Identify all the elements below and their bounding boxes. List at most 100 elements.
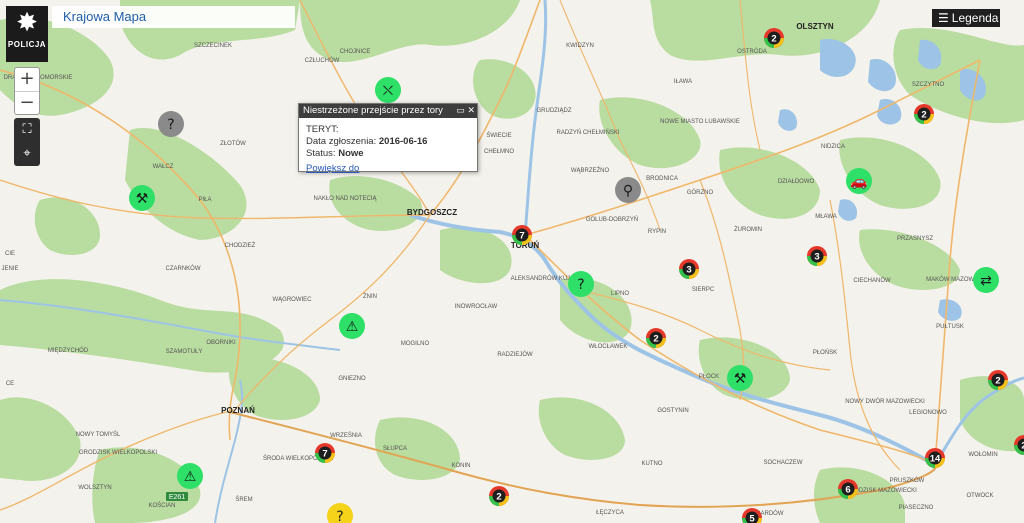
cluster-count: 2 — [771, 34, 776, 45]
city-label: CHOJNICE — [340, 49, 371, 55]
marker-speed-camera[interactable]: ⚲ — [615, 177, 641, 203]
cluster-ostroda[interactable]: 2 — [764, 28, 784, 48]
city-label: KWIDZYN — [566, 43, 594, 49]
city-label: KOŚCIAN — [148, 501, 175, 509]
city-label: LEGIONOWO — [909, 410, 947, 416]
list-icon: ☰ — [938, 11, 949, 25]
city-label: GRUDZIĄDZ — [537, 108, 572, 114]
city-label: JENIE — [1, 266, 18, 272]
city-label: OBORNIKI — [206, 340, 236, 346]
locate-icon[interactable]: ⌖ — [14, 142, 40, 166]
marker-glyph: ⚒ — [734, 371, 747, 387]
marker-roadworks[interactable]: ⚒ — [129, 185, 155, 211]
cluster-count: 2 — [496, 492, 501, 503]
city-label: WŁOCŁAWEK — [589, 344, 628, 350]
legend-label: Legenda — [951, 11, 999, 25]
city-label: CHODZIEŻ — [225, 242, 256, 249]
marker-glyph: ⚲ — [623, 183, 633, 199]
city-label: KONIN — [451, 463, 470, 469]
city-label: MOGILNO — [401, 341, 430, 347]
city-label: OLSZTYN — [796, 22, 834, 31]
city-label: CZŁUCHÓW — [305, 57, 340, 64]
maximize-icon[interactable]: ▭ — [456, 106, 465, 116]
city-label: ŻUROMIN — [734, 226, 762, 233]
cluster-count: 2 — [653, 334, 658, 345]
city-label: GRODZISK WIELKOPOLSKI — [79, 450, 157, 456]
zoom-out-button[interactable]: − — [15, 91, 39, 114]
zoom-in-button[interactable]: + — [15, 68, 39, 91]
city-label: MIĘDZYCHÓD — [48, 347, 89, 354]
city-label: PŁOCK — [699, 374, 719, 380]
city-label: BYDGOSZCZ — [407, 208, 457, 217]
city-label: KUTNO — [642, 461, 663, 467]
city-label: GÓRZNO — [687, 189, 714, 196]
incident-popup: Niestrzeżone przejście przez tory ▭ ✕ TE… — [298, 103, 478, 175]
city-label: LIPNO — [611, 291, 629, 297]
marker-car-question-green[interactable]: ? — [568, 271, 594, 297]
cluster-wloclawek[interactable]: 2 — [646, 328, 666, 348]
cluster-sroda[interactable]: 7 — [315, 443, 335, 463]
city-label: OTWOCK — [967, 493, 994, 499]
marker-warning-koscian[interactable]: ⚠ — [177, 463, 203, 489]
police-star-icon: ✸ — [16, 8, 38, 38]
legend-button[interactable]: ☰ Legenda — [932, 9, 1000, 27]
cluster-sierpc[interactable]: 3 — [679, 259, 699, 279]
marker-glyph: ? — [167, 117, 174, 133]
marker-cars-makow[interactable]: ⇄ — [973, 267, 999, 293]
city-label: RADZIEJÓW — [497, 351, 533, 358]
city-label: SŁUPCA — [383, 446, 407, 452]
cluster-warszawa[interactable]: 14 — [925, 448, 945, 468]
city-label: CIECHANÓW — [853, 277, 891, 284]
marker-warning-znin[interactable]: ⚠ — [339, 313, 365, 339]
marker-car-nidzica[interactable]: 🚗 — [846, 168, 872, 194]
city-label: POZNAŃ — [221, 406, 255, 415]
city-label: MŁAWA — [815, 214, 837, 220]
marker-glyph: ⛌ — [383, 83, 394, 99]
city-label: SZCZYTNO — [912, 82, 945, 88]
marker-glyph: ? — [336, 509, 343, 523]
city-label: CZARNKÓW — [166, 265, 201, 272]
cluster-mlawa[interactable]: 3 — [807, 246, 827, 266]
zoom-control: + − — [14, 67, 40, 115]
city-label: NOWE MIASTO LUBAWSKIE — [660, 119, 740, 125]
city-label: WOŁOMIN — [968, 452, 997, 458]
cluster-count: 14 — [930, 454, 941, 465]
map-canvas[interactable]: OLSZTYNBYDGOSZCZTORUŃPOZNAŃSZCZECINEKCZŁ… — [0, 0, 1024, 523]
city-label: ŻNIN — [363, 293, 377, 300]
popup-title: Niestrzeżone przejście przez tory — [303, 105, 443, 116]
city-label: NIDZICA — [821, 144, 845, 150]
cluster-count: 7 — [322, 449, 327, 460]
zoom-to-link[interactable]: Powiększ do — [306, 163, 470, 175]
city-label: ŚREM — [235, 495, 252, 503]
city-label: NAKŁO NAD NOTECIĄ — [313, 196, 377, 202]
city-label: GOLUB-DOBRZYŃ — [586, 216, 638, 223]
cluster-grodzisk[interactable]: 6 — [838, 479, 858, 499]
city-label: IŁAWA — [674, 79, 692, 85]
cluster-pultusk[interactable]: 2 — [988, 370, 1008, 390]
city-label: CE — [6, 381, 14, 387]
police-logo[interactable]: ✸ POLICJA — [6, 6, 48, 62]
popup-body: TERYT: Data zgłoszenia: 2016-06-16 Statu… — [299, 118, 477, 175]
city-label: GNIEZNO — [338, 376, 366, 382]
city-label: PŁOŃSK — [813, 349, 837, 356]
cluster-konin[interactable]: 2 — [489, 486, 509, 506]
city-label: PRZASNYSZ — [897, 236, 933, 242]
city-label: SZCZECINEK — [194, 43, 232, 49]
marker-roadworks-plock[interactable]: ⚒ — [727, 365, 753, 391]
marker-car-question-gray[interactable]: ? — [158, 111, 184, 137]
city-label: ŁĘCZYCA — [596, 510, 624, 516]
city-label: PRUSZKÓW — [890, 477, 925, 484]
cluster-count: 3 — [686, 265, 691, 276]
city-label: SOCHACZEW — [764, 460, 803, 466]
city-label: SIERPC — [692, 287, 715, 293]
date-value: 2016-06-16 — [378, 136, 428, 147]
city-label: OSTRÓDA — [737, 48, 767, 55]
fullscreen-icon[interactable]: ⛶ — [14, 118, 40, 142]
popup-header: Niestrzeżone przejście przez tory ▭ ✕ — [299, 104, 477, 118]
logo-text: POLICJA — [7, 40, 47, 49]
cluster-szczytno[interactable]: 2 — [914, 104, 934, 124]
close-icon[interactable]: ✕ — [467, 106, 475, 116]
marker-railway-crossing[interactable]: ⛌ — [375, 77, 401, 103]
cluster-torun[interactable]: 7 — [512, 225, 532, 245]
road-number: E261 — [169, 494, 185, 501]
